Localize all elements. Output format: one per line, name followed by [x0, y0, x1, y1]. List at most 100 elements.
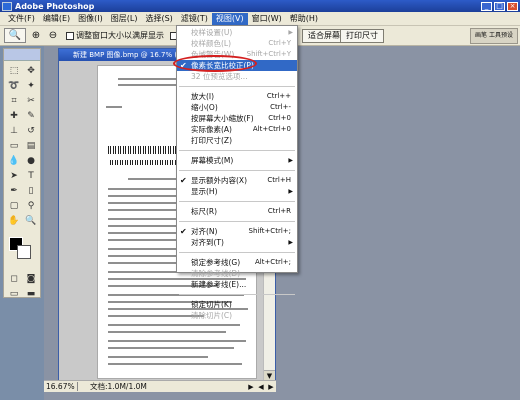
slice-tool-icon[interactable]: ✂ [23, 94, 39, 108]
view-menu-item: 32 位预览选项... [177, 71, 297, 82]
notes-tool-icon[interactable]: ▢ [6, 199, 22, 213]
path-selection-icon[interactable]: ➤ [6, 169, 22, 183]
checkmark-icon: ✔ [180, 176, 187, 185]
view-menu-item[interactable]: 放大(I) Ctrl++ [177, 91, 297, 102]
scroll-right-icon[interactable]: ▶ [266, 383, 276, 391]
print-size-button[interactable]: 打印尺寸 [340, 29, 384, 43]
view-menu-item[interactable]: ✔ 显示额外内容(X) Ctrl+H [177, 175, 297, 186]
quick-mask-icon[interactable]: ◙ [23, 272, 39, 286]
lasso-tool-icon[interactable]: ➰ [6, 79, 22, 93]
view-menu-item-label: 按屏幕大小缩放(F) [191, 114, 254, 123]
view-menu-item-label: 放大(I) [191, 92, 215, 101]
view-menu-item[interactable]: 缩小(O) Ctrl+- [177, 102, 297, 113]
view-menu-item[interactable]: 屏幕模式(M) ▶ [177, 155, 297, 166]
view-menu-item-shortcut: Shift+Ctrl+Y [246, 50, 291, 58]
zoom-in-icon[interactable]: ⊕ [29, 29, 43, 43]
maximize-button[interactable]: □ [494, 1, 505, 11]
menu-separator [179, 86, 295, 87]
view-menu-item-shortcut: Ctrl+R [267, 207, 291, 215]
zoom-tool-icon[interactable]: 🔍 [23, 214, 39, 228]
menu-edit[interactable]: 编辑(E) [39, 13, 74, 25]
title-bar: Adobe Photoshop _ □ × [0, 0, 520, 12]
clone-stamp-icon[interactable]: ⊥ [6, 124, 22, 138]
page-text-line [106, 106, 122, 108]
resize-window-checkbox[interactable] [66, 31, 74, 40]
view-menu-item: 校样设置(U) ▶ [177, 27, 297, 38]
eyedropper-tool-icon[interactable]: ⚲ [23, 199, 39, 213]
view-menu-item-label: 清除参考线(D) [191, 269, 241, 278]
view-menu-item[interactable]: 锁定切片(K) [177, 299, 297, 310]
menu-file[interactable]: 文件(F) [4, 13, 39, 25]
type-tool-icon[interactable]: T [23, 169, 39, 183]
gradient-tool-icon[interactable]: ▤ [23, 139, 39, 153]
close-button[interactable]: × [507, 1, 518, 11]
menu-separator [179, 221, 295, 222]
menu-image[interactable]: 图像(I) [74, 13, 107, 25]
hand-tool-icon[interactable]: ✋ [6, 214, 22, 228]
view-menu-item: 清除切片(C) [177, 310, 297, 321]
view-menu-item[interactable]: ✔ 对齐(N) Shift+Ctrl+; [177, 226, 297, 237]
menu-separator [179, 201, 295, 202]
history-brush-icon[interactable]: ↺ [23, 124, 39, 138]
magic-wand-tool-icon[interactable]: ✦ [23, 79, 39, 93]
page-text-line [108, 340, 246, 342]
document-info[interactable]: 文档:1.0M/1.0M [78, 381, 246, 392]
view-menu-item[interactable]: 按屏幕大小缩放(F) Ctrl+0 [177, 113, 297, 124]
view-menu-item-shortcut: Ctrl+H [267, 176, 291, 184]
zoom-out-icon[interactable]: ⊖ [46, 29, 60, 43]
page-text-line [108, 356, 208, 358]
view-menu-item[interactable]: 对齐到(T) ▶ [177, 237, 297, 248]
blur-tool-icon[interactable]: 💧 [6, 154, 22, 168]
menu-filter[interactable]: 滤镜(T) [177, 13, 212, 25]
marquee-tool-icon[interactable]: ⬚ [6, 64, 22, 78]
page-text-line [108, 363, 242, 365]
view-menu-item-shortcut: Ctrl+0 [268, 114, 291, 122]
view-menu-item[interactable]: 新建参考线(E)... [177, 279, 297, 290]
menu-separator [179, 252, 295, 253]
submenu-arrow-icon: ▶ [288, 29, 293, 36]
view-menu-item[interactable]: 显示(H) ▶ [177, 186, 297, 197]
menu-select[interactable]: 选择(S) [141, 13, 176, 25]
eraser-tool-icon[interactable]: ▭ [6, 139, 22, 153]
move-tool-icon[interactable]: ✥ [23, 64, 39, 78]
screen-mode-full-icon[interactable]: ▬ [23, 287, 39, 301]
window-title: Adobe Photoshop [15, 1, 95, 11]
submenu-arrow-icon: ▶ [288, 157, 293, 164]
photoshop-app-icon [2, 1, 12, 11]
brush-tool-icon[interactable]: ✎ [23, 109, 39, 123]
menu-separator [179, 170, 295, 171]
page-text-line [108, 347, 234, 349]
toolbox-header[interactable] [4, 49, 40, 61]
screen-mode-standard-icon[interactable]: ▭ [6, 287, 22, 301]
healing-brush-icon[interactable]: ✚ [6, 109, 22, 123]
scroll-left-icon[interactable]: ◀ [256, 383, 266, 391]
menu-window[interactable]: 窗口(W) [248, 13, 286, 25]
view-menu-item-label: 新建参考线(E)... [191, 280, 247, 289]
view-menu-item-label: 显示(H) [191, 187, 218, 196]
view-menu-item[interactable]: 标尺(R) Ctrl+R [177, 206, 297, 217]
background-color-swatch[interactable] [17, 245, 31, 259]
standard-mode-icon[interactable]: ◻ [6, 272, 22, 286]
menu-help[interactable]: 帮助(H) [286, 13, 322, 25]
view-menu-item[interactable]: 实际像素(A) Alt+Ctrl+0 [177, 124, 297, 135]
zoom-tool-preset-picker[interactable]: 🔍 [4, 28, 26, 43]
page-text-line [108, 324, 240, 326]
dodge-tool-icon[interactable]: ● [23, 154, 39, 168]
view-menu-item[interactable]: 打印尺寸(Z) [177, 135, 297, 146]
status-menu-arrow-icon[interactable]: ▶ [246, 383, 256, 391]
menu-separator [179, 150, 295, 151]
zoom-level[interactable]: 16.67% [44, 382, 78, 391]
menu-layer[interactable]: 图层(L) [107, 13, 142, 25]
menu-separator [179, 294, 295, 295]
minimize-button[interactable]: _ [481, 1, 492, 11]
crop-tool-icon[interactable]: ⌗ [6, 94, 22, 108]
toolbox: ⬚ ✥ ➰ ✦ ⌗ ✂ ✚ ✎ ⊥ ↺ ▭ ▤ 💧 ● ➤ T ✒ ▯ ▢ ⚲ … [3, 48, 41, 301]
checkmark-icon: ✔ [180, 227, 187, 236]
shape-tool-icon[interactable]: ▯ [23, 184, 39, 198]
color-swatches[interactable] [7, 235, 37, 265]
view-menu-item[interactable]: 锁定参考线(G) Alt+Ctrl+; [177, 257, 297, 268]
page-text-line [108, 331, 226, 333]
pen-tool-icon[interactable]: ✒ [6, 184, 22, 198]
palette-well-tab[interactable]: 画笔 工具预设 [470, 28, 518, 44]
menu-view[interactable]: 视图(V) [211, 12, 248, 25]
